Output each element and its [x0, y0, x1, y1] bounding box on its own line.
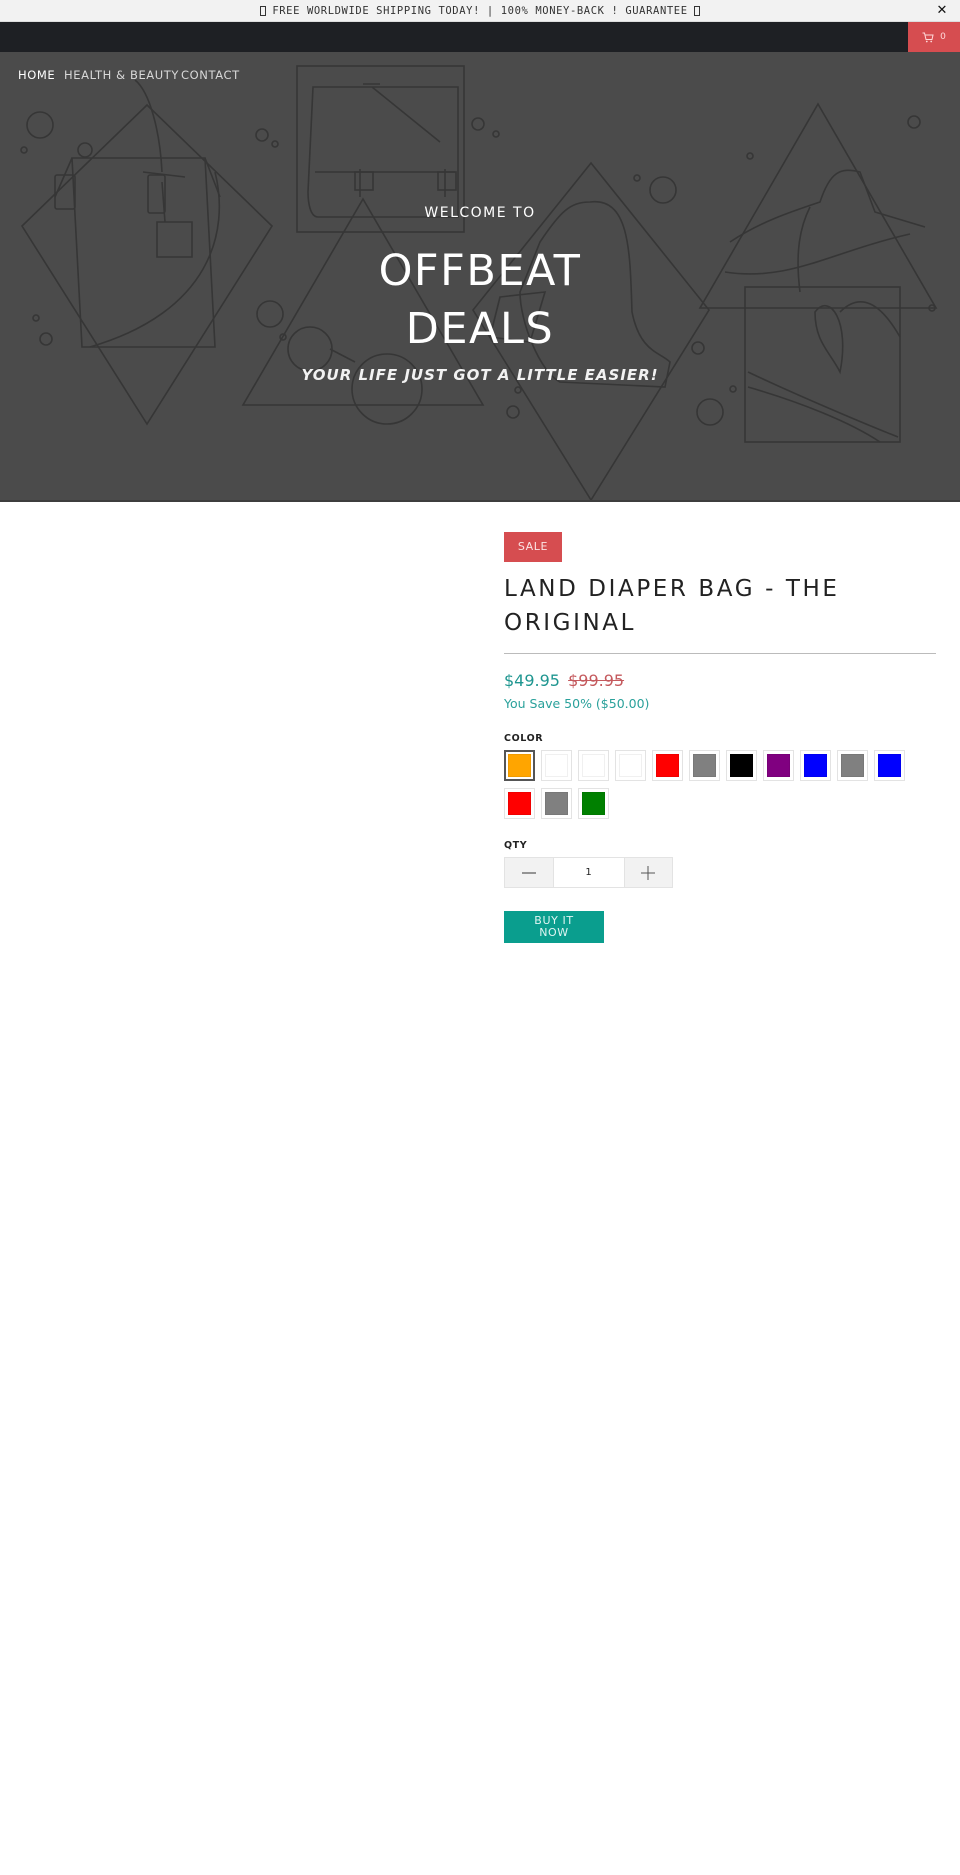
announcement-bar: FREE WORLDWIDE SHIPPING TODAY! | 100% MO…: [0, 0, 960, 22]
qty-input[interactable]: [552, 858, 625, 887]
color-swatch-purple[interactable]: [763, 750, 794, 781]
swatch-color-fill: [804, 754, 827, 777]
minus-icon: [521, 871, 536, 874]
satchel-icon: [307, 83, 459, 218]
cart-icon: [922, 32, 934, 42]
color-swatch-white[interactable]: [578, 750, 609, 781]
swatch-color-fill: [508, 792, 531, 815]
color-swatch-green[interactable]: [578, 788, 609, 819]
cart-button[interactable]: 0: [908, 22, 960, 52]
close-announcement-button[interactable]: ✕: [937, 3, 949, 18]
color-swatch-white[interactable]: [541, 750, 572, 781]
color-swatch-blue[interactable]: [800, 750, 831, 781]
qty-increase-button[interactable]: [624, 858, 672, 887]
color-swatch-orange[interactable]: [504, 750, 535, 781]
price-row: $49.95 $99.95: [504, 671, 936, 690]
savings-text: You Save 50% ($50.00): [504, 696, 650, 711]
quantity-stepper: [504, 857, 673, 888]
color-swatch-blue[interactable]: [874, 750, 905, 781]
color-swatch-gray[interactable]: [689, 750, 720, 781]
swatch-color-fill: [730, 754, 753, 777]
color-swatch-black[interactable]: [726, 750, 757, 781]
color-swatch-white[interactable]: [615, 750, 646, 781]
announcement-text: FREE WORLDWIDE SHIPPING TODAY! | 100% MO…: [272, 4, 688, 17]
cart-count: 0: [940, 32, 946, 42]
nav-item-home[interactable]: HOME: [18, 66, 64, 84]
qty-label: QTY: [504, 840, 528, 851]
hero-banner: HOME HEALTH & BEAUTY CONTACT WELCOME TO …: [0, 52, 960, 502]
color-swatch-red[interactable]: [504, 788, 535, 819]
swatch-color-fill: [582, 754, 605, 777]
compare-price: $99.95: [568, 671, 625, 690]
nav-item-contact[interactable]: CONTACT: [181, 66, 240, 84]
color-swatch-gray[interactable]: [837, 750, 868, 781]
main-nav: HOME HEALTH & BEAUTY CONTACT: [18, 66, 240, 84]
nav-item-health-beauty[interactable]: HEALTH & BEAUTY: [64, 66, 181, 84]
hero-title: OFFBEAT DEALS: [0, 242, 960, 358]
hero-tagline: YOUR LIFE JUST GOT A LITTLE EASIER!: [301, 366, 659, 384]
swatch-color-fill: [693, 754, 716, 777]
hero-welcome: WELCOME TO: [424, 205, 536, 221]
header-bar: 0: [0, 22, 960, 52]
swatch-color-fill: [582, 792, 605, 815]
sale-badge: SALE: [504, 532, 562, 562]
swatch-color-fill: [767, 754, 790, 777]
color-swatches: [504, 750, 936, 819]
swatch-color-fill: [619, 754, 642, 777]
glasses-icon: [351, 353, 423, 425]
qty-decrease-button[interactable]: [505, 858, 553, 887]
swatch-color-fill: [545, 792, 568, 815]
product-info: SALE LAND DIAPER BAG - THE ORIGINAL $49.…: [504, 532, 936, 943]
hero-title-line1: OFFBEAT: [378, 246, 582, 296]
current-price: $49.95: [504, 671, 560, 690]
missing-glyph-icon: [693, 5, 700, 16]
swatch-color-fill: [508, 754, 531, 777]
swatch-color-fill: [878, 754, 901, 777]
divider: [504, 653, 936, 654]
swatch-color-fill: [656, 754, 679, 777]
buy-it-now-button[interactable]: BUY IT NOW: [504, 911, 604, 943]
swatch-color-fill: [545, 754, 568, 777]
hero-title-line2: DEALS: [405, 304, 555, 354]
missing-glyph-icon: [260, 5, 267, 16]
color-swatch-gray[interactable]: [541, 788, 572, 819]
color-label: COLOR: [504, 733, 544, 744]
swatch-color-fill: [841, 754, 864, 777]
plus-icon: [641, 865, 656, 880]
color-swatch-red[interactable]: [652, 750, 683, 781]
product-title: LAND DIAPER BAG - THE ORIGINAL: [504, 576, 840, 636]
